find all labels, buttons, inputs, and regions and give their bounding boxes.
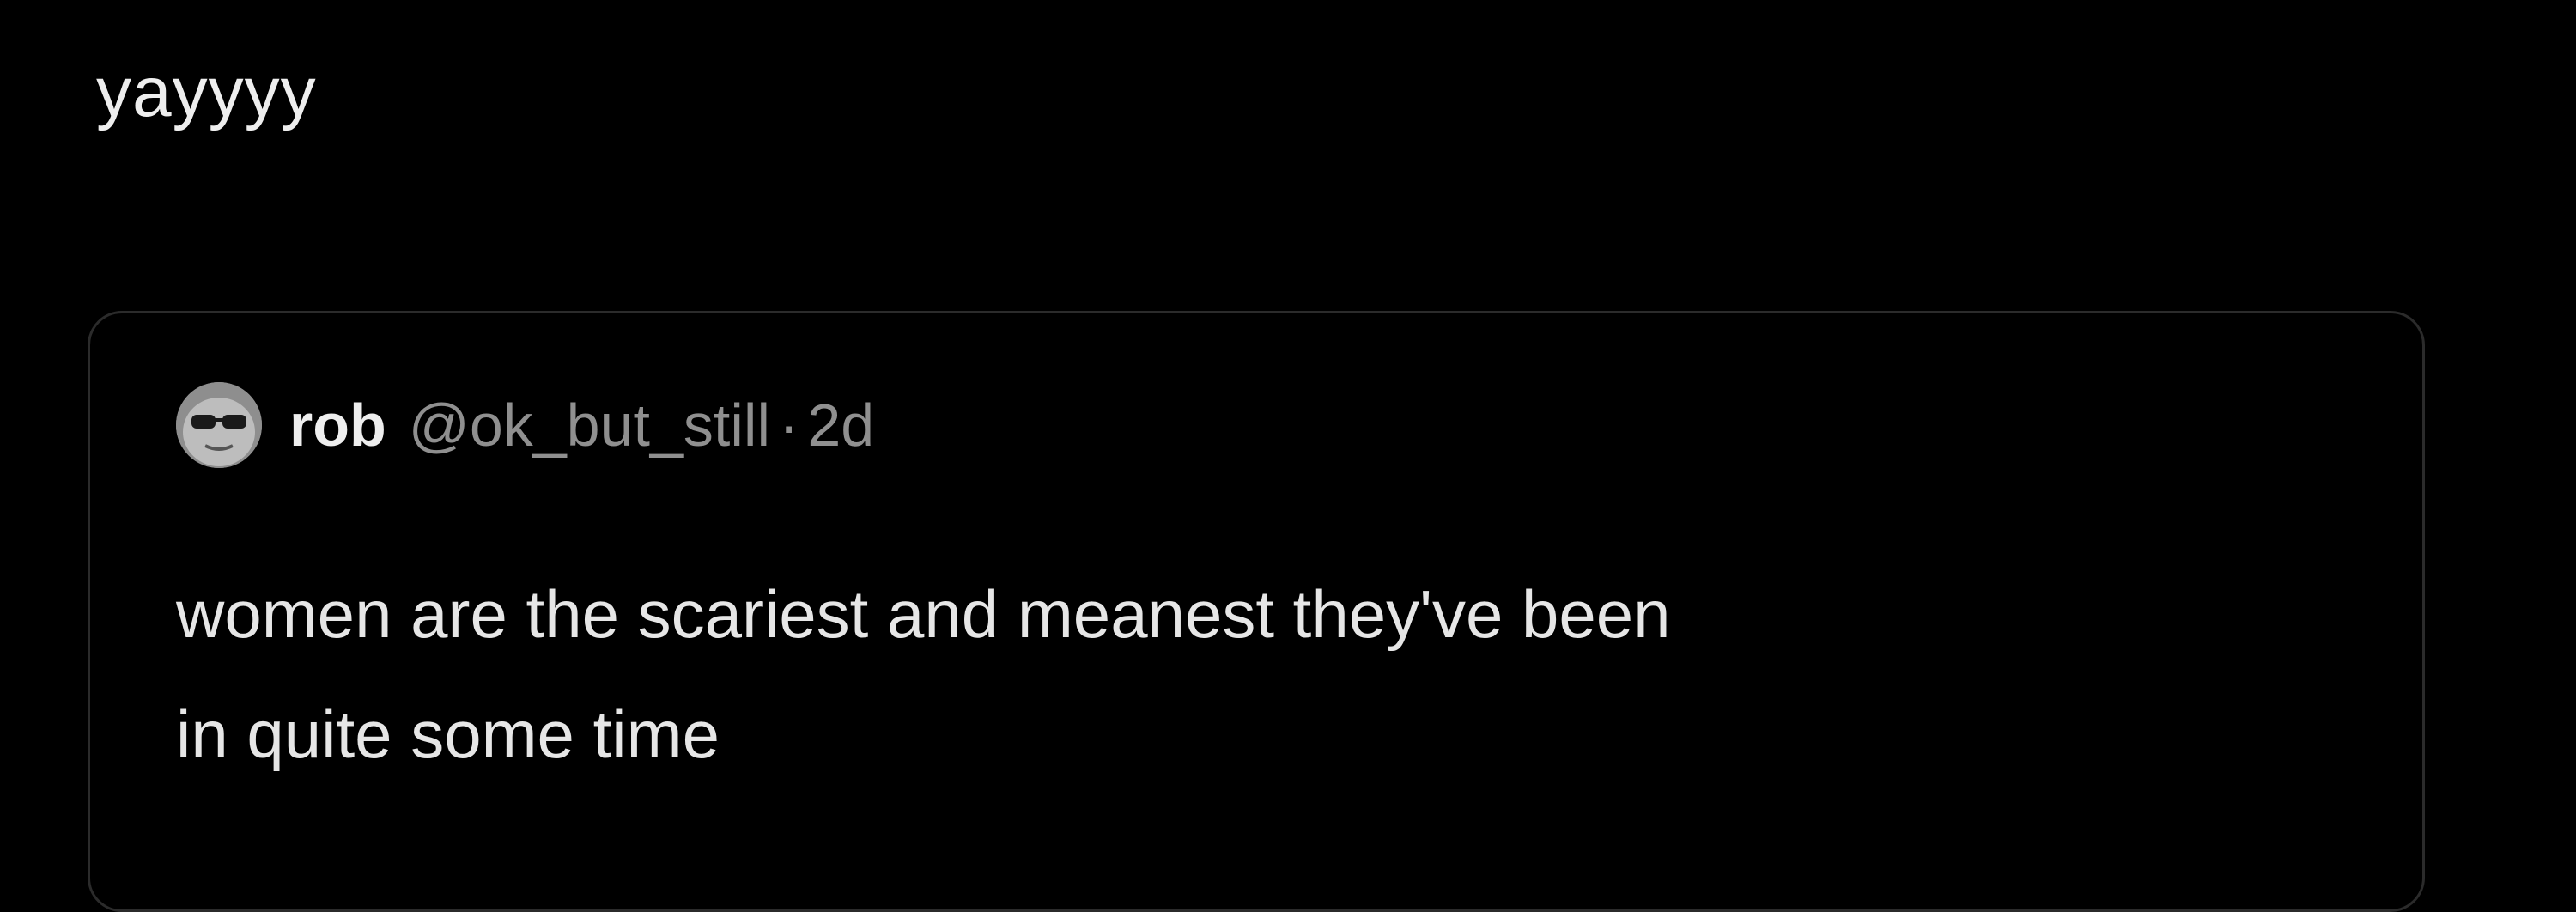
quoted-post-card[interactable]: rob @ok_but_still · 2d women are the sca… [88,311,2425,912]
author-handle[interactable]: @ok_but_still [409,391,770,459]
avatar[interactable] [176,382,262,468]
avatar-sunglasses-face-icon [176,382,262,468]
dot-separator: · [779,392,799,459]
quoted-post-header: rob @ok_but_still · 2d [176,382,874,468]
author-name[interactable]: rob [289,391,386,459]
post-timestamp[interactable]: 2d [807,391,874,459]
quoted-post-body: women are the scariest and meanest they'… [176,554,2323,794]
quoted-post-body-line: women are the scariest and meanest they'… [176,576,1671,652]
quoted-post-body-line: in quite some time [176,696,720,772]
post-text: yayyyy [96,53,317,131]
